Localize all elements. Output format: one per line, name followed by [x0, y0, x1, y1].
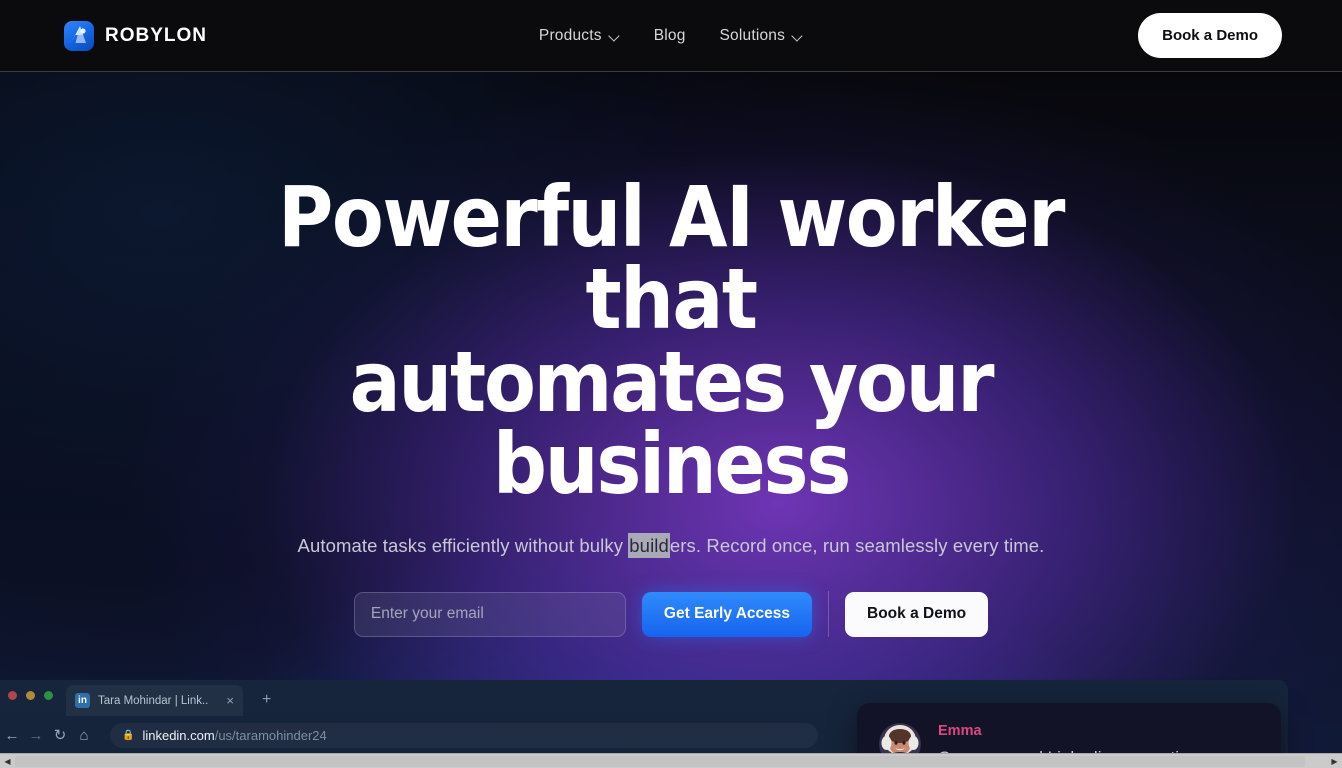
cta-divider	[828, 591, 830, 638]
chevron-down-icon	[609, 32, 620, 39]
top-navigation-bar: ROBYLON Products Blog Solutions Book a D…	[0, 0, 1342, 72]
close-window-icon[interactable]	[8, 691, 17, 700]
address-bar[interactable]: 🔒 linkedin.com/us/taramohinder24	[110, 722, 818, 748]
scrollbar-track[interactable]	[15, 754, 1327, 768]
minimize-window-icon[interactable]	[26, 691, 35, 700]
page-title: Powerful AI worker that automates your b…	[191, 175, 1151, 513]
hero-section: Powerful AI worker that automates your b…	[0, 72, 1342, 768]
robylon-logo-icon	[64, 20, 94, 51]
back-arrow-icon[interactable]: ←	[0, 727, 24, 744]
subhead-part-2: ers. Record once, run seamlessly every t…	[669, 535, 1045, 557]
nav-label-blog: Blog	[653, 26, 686, 44]
new-tab-icon[interactable]: +	[262, 692, 271, 708]
hero-book-a-demo-button[interactable]: Book a Demo	[845, 591, 989, 637]
nav-label-solutions: Solutions	[719, 26, 786, 44]
scroll-left-arrow-icon[interactable]: ◀	[0, 754, 15, 768]
maximize-window-icon[interactable]	[44, 691, 53, 700]
forward-arrow-icon[interactable]: →	[24, 727, 48, 744]
nav-book-a-demo-button[interactable]: Book a Demo	[1138, 13, 1282, 58]
chat-sender-name: Emma	[938, 723, 982, 739]
browser-tab[interactable]: in Tara Mohindar | Link.. ×	[66, 685, 243, 716]
email-input[interactable]	[353, 591, 626, 637]
nav-item-solutions[interactable]: Solutions	[720, 27, 804, 45]
hero-subheadline: Automate tasks efficiently without bulky…	[297, 533, 1045, 559]
horizontal-scrollbar[interactable]: ◀ ▶	[0, 753, 1342, 768]
url-path: /us/taramohinder24	[214, 727, 327, 743]
linkedin-icon: in	[75, 693, 90, 708]
nav-item-products[interactable]: Products	[539, 27, 620, 45]
browser-tab-title: Tara Mohindar | Link..	[98, 694, 209, 707]
page-root: ROBYLON Products Blog Solutions Book a D…	[0, 0, 1342, 768]
get-early-access-button[interactable]: Get Early Access	[641, 591, 813, 637]
headline-line-2: automates your business	[349, 332, 995, 513]
lock-icon: 🔒	[122, 729, 135, 741]
subhead-part-1: Automate tasks efficiently without bulky	[297, 535, 629, 557]
window-traffic-lights	[8, 691, 53, 700]
brand-logo[interactable]: ROBYLON	[64, 20, 207, 51]
hero-content: Powerful AI worker that automates your b…	[0, 72, 1342, 638]
hero-cta-row: Get Early Access Book a Demo	[353, 591, 989, 638]
nav-item-blog[interactable]: Blog	[654, 27, 686, 45]
reload-icon[interactable]: ↻	[48, 726, 72, 744]
selected-text-highlight: build	[628, 533, 670, 559]
nav-links: Products Blog Solutions	[539, 27, 803, 45]
headline-line-1: Powerful AI worker that	[278, 168, 1065, 349]
brand-name: ROBYLON	[105, 24, 207, 46]
home-icon[interactable]: ⌂	[72, 727, 96, 744]
url-domain: linkedin.com	[142, 727, 215, 743]
nav-label-products: Products	[538, 26, 602, 44]
scroll-right-arrow-icon[interactable]: ▶	[1327, 754, 1342, 768]
scrollbar-thumb[interactable]	[15, 755, 1305, 767]
close-tab-icon[interactable]: ×	[226, 693, 234, 708]
chevron-down-icon	[792, 32, 803, 39]
url-text: linkedin.com/us/taramohinder24	[142, 728, 326, 743]
